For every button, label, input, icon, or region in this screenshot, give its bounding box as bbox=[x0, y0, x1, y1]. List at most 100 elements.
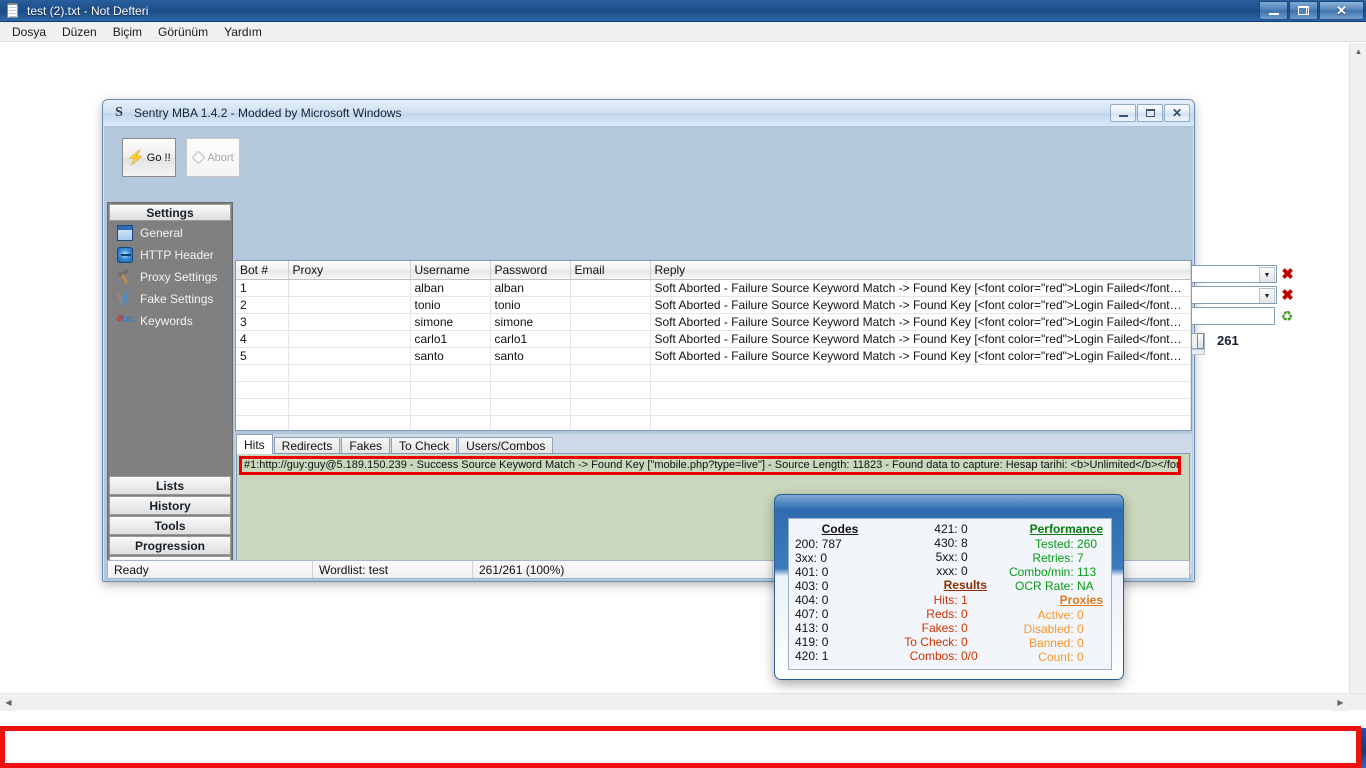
cell-username bbox=[410, 382, 490, 399]
sidebar-button-history[interactable]: History bbox=[109, 496, 231, 515]
stats-code-row: 403: 0 bbox=[795, 579, 885, 593]
general-icon bbox=[117, 225, 133, 241]
stats-performance-value: 113 bbox=[1077, 565, 1103, 579]
sidebar-item-http-header[interactable]: HTTP Header bbox=[108, 244, 232, 266]
sidebar-button-progression[interactable]: Progression bbox=[109, 536, 231, 555]
stats-performance-value: 260 bbox=[1077, 537, 1103, 551]
column-header-email[interactable]: Email bbox=[570, 261, 650, 280]
notepad-icon bbox=[5, 3, 21, 19]
sidebar-item-fake-settings[interactable]: Fake Settings bbox=[108, 288, 232, 310]
menu-item-gorunum[interactable]: Görünüm bbox=[150, 23, 216, 41]
refresh-list-icon[interactable]: ♻ bbox=[1279, 308, 1295, 324]
notepad-minimize-button[interactable] bbox=[1259, 1, 1288, 20]
sentry-minimize-button[interactable] bbox=[1110, 104, 1136, 122]
site-dropdown-arrow[interactable]: ▼ bbox=[1259, 267, 1275, 283]
column-header-password[interactable]: Password bbox=[490, 261, 570, 280]
column-header-bot[interactable]: Bot # bbox=[236, 261, 288, 280]
notepad-titlebar[interactable]: test (2).txt - Not Defteri ✕ bbox=[0, 0, 1366, 22]
tab-redirects[interactable]: Redirects bbox=[274, 437, 341, 454]
notepad-restore-button[interactable] bbox=[1289, 1, 1318, 20]
hit-entry[interactable]: #1:http://guy:guy@5.189.150.239 - Succes… bbox=[239, 456, 1181, 475]
stats-code-label: 413: bbox=[795, 621, 822, 635]
cell-username bbox=[410, 399, 490, 416]
table-row[interactable] bbox=[236, 399, 1191, 416]
http-header-icon bbox=[117, 247, 133, 263]
stats-code-label: 420: bbox=[795, 649, 822, 663]
stats-header-performance: Performance bbox=[1009, 522, 1103, 536]
stats-code-value: 8 bbox=[961, 536, 987, 550]
tab-hits[interactable]: Hits bbox=[236, 434, 273, 454]
go-button-label: Go !! bbox=[147, 152, 171, 164]
notepad-menubar: Dosya Düzen Biçim Görünüm Yardım bbox=[0, 22, 1366, 42]
sentry-titlebar[interactable]: S Sentry MBA 1.4.2 - Modded by Microsoft… bbox=[103, 100, 1194, 127]
stats-code-label: 5xx: bbox=[936, 550, 961, 564]
go-button[interactable]: ⚡ Go !! bbox=[122, 138, 176, 177]
column-header-reply[interactable]: Reply bbox=[650, 261, 1191, 280]
sidebar-item-general[interactable]: General bbox=[108, 222, 232, 244]
scroll-left-icon[interactable]: ◀ bbox=[0, 694, 17, 711]
site-clear-button[interactable]: ✖ bbox=[1279, 265, 1296, 282]
table-row[interactable] bbox=[236, 365, 1191, 382]
sidebar-item-keywords[interactable]: Keywords bbox=[108, 310, 232, 332]
sentry-close-button[interactable]: ✕ bbox=[1164, 104, 1190, 122]
cell-password: tonio bbox=[490, 297, 570, 314]
table-row[interactable]: 3simonesimoneSoft Aborted - Failure Sour… bbox=[236, 314, 1191, 331]
cell-password: simone bbox=[490, 314, 570, 331]
table-row[interactable]: 4carlo1carlo1Soft Aborted - Failure Sour… bbox=[236, 331, 1191, 348]
cell-bot bbox=[236, 416, 288, 432]
redaction-box bbox=[0, 726, 1361, 768]
menu-item-yardim[interactable]: Yardım bbox=[216, 23, 270, 41]
sentry-maximize-button[interactable] bbox=[1137, 104, 1163, 122]
tab-users-combos[interactable]: Users/Combos bbox=[458, 437, 553, 454]
cell-reply: Soft Aborted - Failure Source Keyword Ma… bbox=[650, 331, 1191, 348]
wordlist-position-slider-thumb[interactable] bbox=[1197, 333, 1204, 349]
stats-result-label: Hits: bbox=[934, 593, 961, 607]
scroll-up-icon[interactable]: ▲ bbox=[1350, 43, 1366, 60]
column-header-proxy[interactable]: Proxy bbox=[288, 261, 410, 280]
table-row[interactable]: 1albanalbanSoft Aborted - Failure Source… bbox=[236, 280, 1191, 297]
menu-item-bicim[interactable]: Biçim bbox=[105, 23, 150, 41]
sidebar-button-tools[interactable]: Tools bbox=[109, 516, 231, 535]
notepad-title: test (2).txt - Not Defteri bbox=[27, 4, 148, 18]
abort-button[interactable]: Abort bbox=[186, 138, 240, 177]
notepad-close-button[interactable]: ✕ bbox=[1319, 1, 1364, 20]
notepad-vertical-scrollbar[interactable]: ▲ ▼ bbox=[1349, 43, 1366, 709]
abort-button-label: Abort bbox=[207, 152, 233, 164]
sidebar-header: Settings bbox=[109, 204, 231, 221]
cell-bot bbox=[236, 365, 288, 382]
cell-proxy bbox=[288, 348, 410, 365]
stats-proxy-value: 0 bbox=[1077, 608, 1103, 622]
table-row[interactable] bbox=[236, 382, 1191, 399]
stats-result-value: 0 bbox=[961, 607, 987, 621]
cell-username: alban bbox=[410, 280, 490, 297]
switch-site-clear-button[interactable]: ✖ bbox=[1279, 286, 1296, 303]
stats-result-label: Reds: bbox=[926, 607, 961, 621]
table-row[interactable]: 2toniotonioSoft Aborted - Failure Source… bbox=[236, 297, 1191, 314]
cell-email bbox=[570, 399, 650, 416]
stats-code-value: 0 bbox=[822, 579, 848, 593]
table-row[interactable]: 5santosantoSoft Aborted - Failure Source… bbox=[236, 348, 1191, 365]
cell-reply: Soft Aborted - Failure Source Keyword Ma… bbox=[650, 314, 1191, 331]
menu-item-duzen[interactable]: Düzen bbox=[54, 23, 105, 41]
sidebar-item-proxy-settings[interactable]: Proxy Settings bbox=[108, 266, 232, 288]
cell-bot: 3 bbox=[236, 314, 288, 331]
stats-code-value: 0 bbox=[822, 593, 848, 607]
wordlist-position-value: 261 bbox=[1217, 333, 1239, 348]
cell-email bbox=[570, 348, 650, 365]
stats-result-value: 0 bbox=[961, 621, 987, 635]
sidebar-button-lists[interactable]: Lists bbox=[109, 476, 231, 495]
sentry-app-icon: S bbox=[111, 105, 127, 121]
notepad-horizontal-scrollbar[interactable]: ◀ ▶ bbox=[0, 693, 1366, 710]
table-header-row: Bot # Proxy Username Password Email Repl… bbox=[236, 261, 1191, 280]
results-grid[interactable]: Bot # Proxy Username Password Email Repl… bbox=[235, 260, 1192, 431]
tab-to-check[interactable]: To Check bbox=[391, 437, 457, 454]
column-header-username[interactable]: Username bbox=[410, 261, 490, 280]
menu-item-dosya[interactable]: Dosya bbox=[4, 23, 54, 41]
switch-site-dropdown-arrow[interactable]: ▼ bbox=[1259, 288, 1275, 304]
table-row[interactable] bbox=[236, 416, 1191, 432]
status-wordlist: Wordlist: test bbox=[313, 561, 473, 578]
stats-header-proxies: Proxies bbox=[1009, 593, 1103, 607]
tab-fakes[interactable]: Fakes bbox=[341, 437, 390, 454]
scroll-right-icon[interactable]: ▶ bbox=[1332, 694, 1349, 711]
stats-code-row: xxx: 0 bbox=[897, 564, 987, 578]
